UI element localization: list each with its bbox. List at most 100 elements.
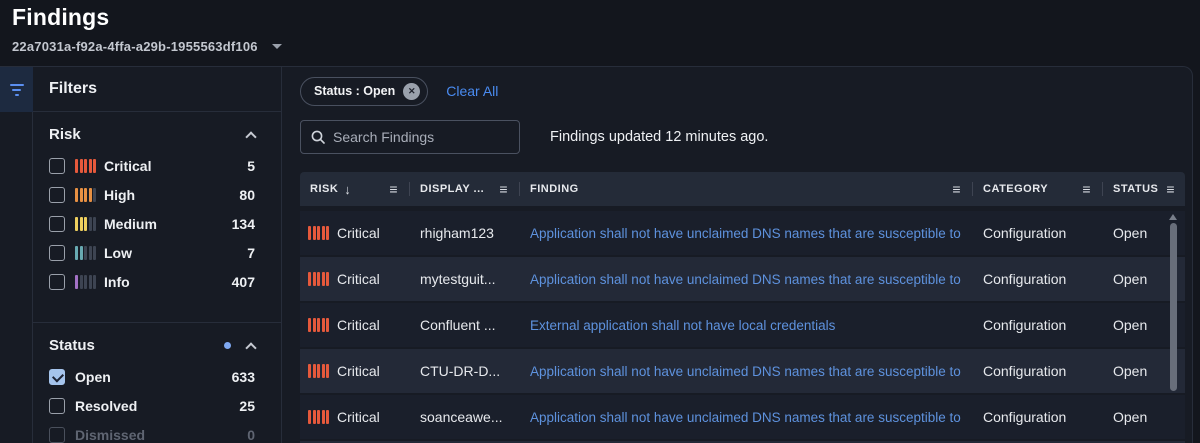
filter-option-label: Critical (104, 158, 151, 174)
finding-cell: Application shall not have unclaimed DNS… (520, 211, 973, 255)
risk-label: Critical (337, 271, 380, 287)
column-header-category[interactable]: CATEGORY ≡ (973, 172, 1103, 206)
risk-section-title: Risk (49, 126, 81, 143)
risk-filter-section: Risk Critical 5 High 80 (33, 112, 281, 314)
risk-bars-icon (308, 410, 329, 424)
filter-option-label: Resolved (75, 398, 137, 414)
filter-toggle-button[interactable] (0, 67, 33, 112)
column-header-finding[interactable]: FINDING ≡ (520, 172, 973, 206)
scroll-up-arrow-icon[interactable] (1169, 214, 1177, 220)
display-name-cell: CTU-DR-D... (410, 349, 520, 393)
table-row[interactable]: Critical mytestguit... Application shall… (300, 257, 1185, 301)
checkbox[interactable] (49, 216, 65, 232)
chevron-up-icon[interactable] (245, 342, 256, 353)
risk-bars-icon (75, 246, 96, 260)
column-label: RISK (310, 183, 338, 195)
finding-link[interactable]: Application shall not have unclaimed DNS… (530, 272, 961, 287)
filter-option-label: High (104, 187, 135, 203)
risk-cell: Critical (300, 395, 410, 439)
column-menu-icon[interactable]: ≡ (381, 181, 398, 197)
checkbox[interactable] (49, 187, 65, 203)
table-header-row: RISK ↓ ≡ DISPLAY ... ≡ FINDING ≡ CATEGOR… (300, 172, 1185, 206)
display-name-cell: soanceawe... (410, 395, 520, 439)
category-cell: Configuration (973, 349, 1103, 393)
filter-option-label: Open (75, 369, 111, 385)
active-filter-chip-label: Status : Open (314, 84, 395, 98)
close-icon[interactable]: ✕ (403, 83, 420, 100)
risk-bars-icon (75, 275, 96, 289)
filter-option-critical[interactable]: Critical 5 (49, 151, 255, 180)
column-menu-icon[interactable]: ≡ (491, 181, 508, 197)
table-scrollbar[interactable] (1169, 214, 1177, 391)
checkbox[interactable] (49, 274, 65, 290)
risk-bars-icon (308, 226, 329, 240)
column-menu-icon[interactable]: ≡ (1074, 181, 1091, 197)
column-header-risk[interactable]: RISK ↓ ≡ (300, 172, 410, 206)
table-row[interactable]: Critical rhigham123 Application shall no… (300, 211, 1185, 255)
risk-label: Critical (337, 363, 380, 379)
checkbox[interactable] (49, 398, 65, 414)
table-body: Critical rhigham123 Application shall no… (300, 211, 1185, 443)
finding-link[interactable]: Application shall not have unclaimed DNS… (530, 410, 961, 425)
search-input[interactable] (333, 129, 509, 145)
filter-option-label: Low (104, 245, 132, 261)
filter-option-label: Info (104, 274, 130, 290)
filter-option-count: 633 (232, 369, 255, 385)
column-menu-icon[interactable]: ≡ (1158, 181, 1175, 197)
finding-link[interactable]: Application shall not have unclaimed DNS… (530, 226, 961, 241)
category-cell: Configuration (973, 395, 1103, 439)
scrollbar-thumb[interactable] (1170, 223, 1177, 391)
column-menu-icon[interactable]: ≡ (944, 181, 961, 197)
filter-option-low[interactable]: Low 7 (49, 238, 255, 267)
column-label: STATUS (1113, 183, 1158, 195)
risk-bars-icon (75, 188, 96, 202)
page-title: Findings (12, 4, 1188, 31)
status-section-header[interactable]: Status (49, 337, 255, 354)
chevron-down-icon[interactable] (272, 44, 282, 49)
risk-cell: Critical (300, 349, 410, 393)
filter-option-count: 5 (247, 158, 255, 174)
risk-label: Critical (337, 225, 380, 241)
checkbox[interactable] (49, 245, 65, 261)
filter-option-info[interactable]: Info 407 (49, 267, 255, 296)
checkbox[interactable] (49, 158, 65, 174)
active-filter-dot (224, 342, 231, 349)
finding-link[interactable]: Application shall not have unclaimed DNS… (530, 364, 961, 379)
status-filter-section: Status Open 633 Resolved 25 D (33, 322, 281, 443)
filter-option-count: 0 (247, 427, 255, 443)
clear-all-link[interactable]: Clear All (446, 83, 498, 99)
filter-option-label: Dismissed (75, 427, 145, 443)
risk-section-header[interactable]: Risk (49, 126, 255, 143)
risk-cell: Critical (300, 211, 410, 255)
search-box[interactable] (300, 120, 520, 154)
scan-selector[interactable]: 22a7031a-f92a-4ffa-a29b-1955563df106 (12, 39, 1188, 54)
table-row[interactable]: Critical Confluent ... External applicat… (300, 303, 1185, 347)
finding-cell: Application shall not have unclaimed DNS… (520, 349, 973, 393)
column-header-status[interactable]: STATUS ≡ (1103, 172, 1185, 206)
search-row: Findings updated 12 minutes ago. (300, 120, 1185, 154)
finding-link[interactable]: External application shall not have loca… (530, 318, 835, 333)
filter-option-resolved[interactable]: Resolved 25 (49, 391, 255, 420)
filter-option-open[interactable]: Open 633 (49, 362, 255, 391)
risk-cell: Critical (300, 303, 410, 347)
chevron-up-icon[interactable] (245, 131, 256, 142)
risk-bars-icon (308, 364, 329, 378)
active-filters-row: Status : Open ✕ Clear All (300, 76, 1185, 106)
filter-option-high[interactable]: High 80 (49, 180, 255, 209)
status-section-title: Status (49, 337, 95, 354)
risk-bars-icon (75, 217, 96, 231)
filter-option-count: 80 (239, 187, 255, 203)
active-filter-chip[interactable]: Status : Open ✕ (300, 77, 428, 106)
table-row[interactable]: Critical soanceawe... Application shall … (300, 395, 1185, 439)
filters-title: Filters (33, 67, 281, 112)
checkbox-checked[interactable] (49, 369, 65, 385)
finding-cell: External application shall not have loca… (520, 303, 973, 347)
filter-option-medium[interactable]: Medium 134 (49, 209, 255, 238)
risk-bars-icon (75, 159, 96, 173)
table-row[interactable]: Critical CTU-DR-D... Application shall n… (300, 349, 1185, 393)
filter-option-count: 7 (247, 245, 255, 261)
filter-option-count: 25 (239, 398, 255, 414)
risk-label: Critical (337, 409, 380, 425)
sort-desc-icon[interactable]: ↓ (344, 182, 351, 197)
column-header-display-name[interactable]: DISPLAY ... ≡ (410, 172, 520, 206)
